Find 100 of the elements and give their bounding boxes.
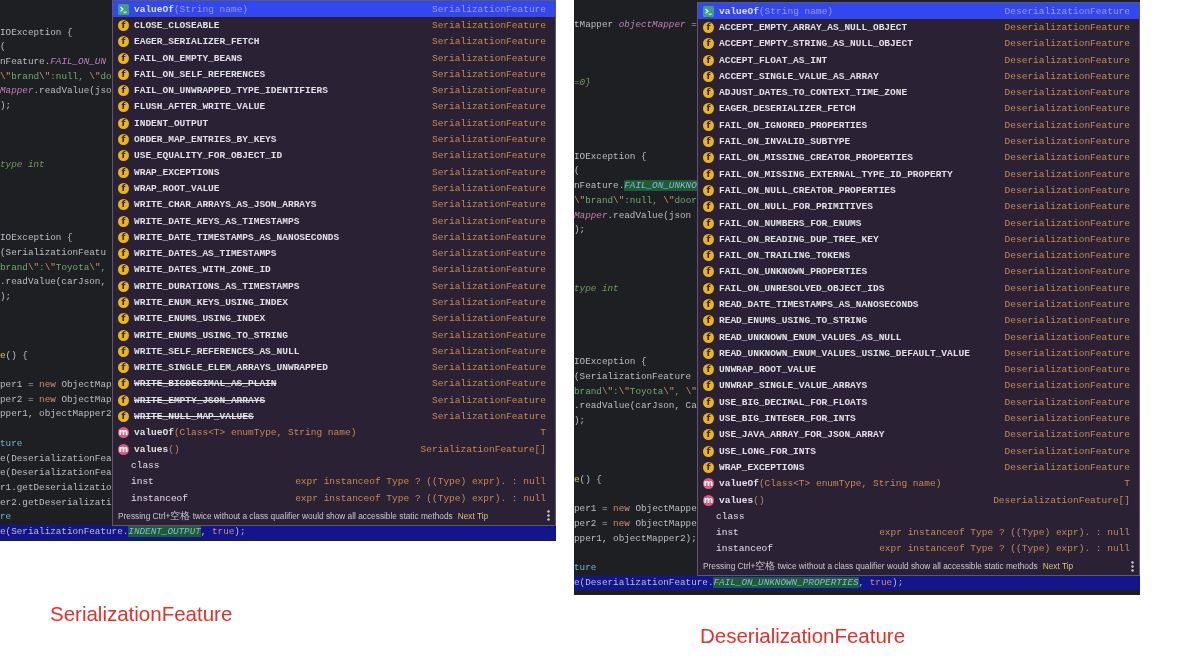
completion-item[interactable]: f WRITE_DATE_TIMESTAMPS_AS_NANOSECONDS SerializationFeature [113,229,555,246]
completion-item[interactable]: m values() DeserializationFeature[] [698,491,1139,509]
completion-item[interactable]: f WRITE_BIGDECIMAL_AS_PLAIN SerializationFeature [113,375,555,393]
completion-item[interactable]: f FAIL_ON_IGNORED_PROPERTIES DeserializationFeature [698,117,1139,134]
completion-item[interactable]: f WRAP_ROOT_VALUE SerializationFeature [113,180,555,197]
field-icon: f [703,184,714,196]
more-icon[interactable] [1131,560,1134,572]
completion-item[interactable]: f USE_JAVA_ARRAY_FOR_JSON_ARRAY DeserializationFeature [698,426,1139,443]
completion-item[interactable]: f EAGER_SERIALIZER_FETCH SerializationFeature [113,33,555,50]
caption: DeserializationFeature [700,624,906,647]
completion-item[interactable]: f ACCEPT_EMPTY_ARRAY_AS_NULL_OBJECT DeserializationFeature [698,19,1139,36]
completion-item[interactable]: f USE_BIG_INTEGER_FOR_INTS DeserializationFeature [698,410,1139,427]
completion-item[interactable]: f UNWRAP_ROOT_VALUE DeserializationFeature [698,361,1139,378]
completion-item[interactable]: f FAIL_ON_INVALID_SUBTYPE DeserializationFeature [698,133,1139,150]
completion-item[interactable]: valueOf(String name) SerializationFeature [113,1,555,18]
completion-item[interactable]: m valueOf(Class<T> enumType, String name) T [698,475,1139,492]
next-tip-link[interactable]: Next Tip [1042,561,1074,572]
completion-item[interactable]: f WRAP_EXCEPTIONS SerializationFeature [113,163,555,181]
code-line: pper1, objectMapper2 [0,407,112,422]
field-icon: f [118,182,129,194]
code-line: ); [574,414,586,429]
completion-item[interactable]: instanceof expr instanceof Type ? ((Type) expr). : null [698,540,1139,558]
completion-item[interactable]: f WRITE_ENUMS_USING_INDEX SerializationFeature [113,310,555,327]
completion-item[interactable]: f CLOSE_CLOSEABLE SerializationFeature [113,17,555,34]
completion-item[interactable]: f ADJUST_DATES_TO_CONTEXT_TIME_ZONE DeserializationFeature [698,84,1139,101]
completion-item[interactable]: f USE_BIG_DECIMAL_FOR_FLOATS DeserializationFeature [698,394,1139,411]
code-line: ); [0,99,12,114]
completion-item[interactable]: m values() SerializationFeature[] [113,441,555,458]
completion-item[interactable]: f WRITE_CHAR_ARRAYS_AS_JSON_ARRAYS SerializationFeature [113,196,555,213]
completion-item[interactable]: f FAIL_ON_MISSING_CREATOR_PROPERTIES DeserializationFeature [698,149,1139,166]
completion-item[interactable]: f WRITE_DATES_WITH_ZONE_ID SerializationFeature [113,261,555,279]
completion-item[interactable]: f WRITE_SINGLE_ELEM_ARRAYS_UNWRAPPED SerializationFeature [113,359,555,376]
field-icon: f [703,266,714,278]
field-icon: f [703,299,714,310]
field-icon: f [118,150,129,162]
completion-item[interactable]: f FAIL_ON_READING_DUP_TREE_KEY DeserializationFeature [698,231,1139,248]
field-icon: f [703,331,714,343]
completion-item[interactable]: f USE_LONG_FOR_INTS DeserializationFeature [698,443,1139,460]
field-icon: f [118,329,129,341]
completion-item[interactable]: f READ_DATE_TIMESTAMPS_AS_NANOSECONDS DeserializationFeature [698,296,1139,313]
field-icon: f [118,345,129,357]
completion-item[interactable]: f FAIL_ON_TRAILING_TOKENS DeserializationFeature [698,247,1139,264]
code-line: e() { [574,472,602,487]
completion-item[interactable]: inst expr instanceof Type ? ((Type) expr). : null [113,473,555,490]
code-line: ( [574,164,580,179]
code-line: pper1, objectMapper2); [574,531,697,546]
code-line: tMapper objectMapper = [574,17,697,32]
prompt-icon [118,3,129,15]
completion-item[interactable]: f WRITE_EMPTY_JSON_ARRAYS SerializationFeature [113,392,555,409]
code-line: \"brand\":null, \"door [574,193,697,208]
completion-item[interactable]: f READ_UNKNOWN_ENUM_VALUES_USING_DEFAULT_VALUE DeserializationFeature [698,345,1139,362]
completion-item[interactable]: f ACCEPT_SINGLE_VALUE_AS_ARRAY DeserializationFeature [698,68,1139,85]
completion-item[interactable]: inst expr instanceof Type ? ((Type) expr). : null [698,524,1139,541]
completion-item[interactable]: f FAIL_ON_NUMBERS_FOR_ENUMS DeserializationFeature [698,214,1139,232]
completion-item[interactable]: f WRITE_DATES_AS_TIMESTAMPS SerializationFeature [113,245,555,262]
completion-item[interactable]: f EAGER_DESERIALIZER_FETCH DeserializationFeature [698,100,1139,118]
code-line: nFeature.FAIL_ON_UN [0,54,106,69]
field-icon: f [703,445,714,457]
field-icon: f [703,136,714,147]
completion-item[interactable]: f FAIL_ON_UNRESOLVED_OBJECT_IDS DeserializationFeature [698,280,1139,297]
more-icon[interactable] [547,510,550,522]
completion-item[interactable]: f FAIL_ON_NULL_CREATOR_PROPERTIES DeserializationFeature [698,182,1139,199]
completion-item[interactable]: f READ_ENUMS_USING_TO_STRING DeserializationFeature [698,312,1139,329]
completion-item[interactable]: f USE_EQUALITY_FOR_OBJECT_ID SerializationFeature [113,147,555,164]
completion-item[interactable]: f ORDER_MAP_ENTRIES_BY_KEYS SerializationFeature [113,131,555,148]
completion-item[interactable]: f FAIL_ON_NULL_FOR_PRIMITIVES DeserializationFeature [698,198,1139,215]
completion-item[interactable]: f FAIL_ON_MISSING_EXTERNAL_TYPE_ID_PROPERTY DeserializationFeature [698,165,1139,183]
completion-item[interactable]: f FAIL_ON_UNKNOWN_PROPERTIES DeserializationFeature [698,263,1139,281]
field-icon: f [703,380,714,392]
completion-item[interactable]: f WRITE_DURATIONS_AS_TIMESTAMPS SerializationFeature [113,278,555,295]
completion-item[interactable]: f ACCEPT_EMPTY_STRING_AS_NULL_OBJECT DeserializationFeature [698,35,1139,52]
completion-item[interactable]: f WRITE_NULL_MAP_VALUES SerializationFeature [113,408,555,425]
completion-item[interactable]: f WRAP_EXCEPTIONS DeserializationFeature [698,459,1139,476]
completion-item[interactable]: class [698,508,1139,525]
completion-item[interactable]: f WRITE_SELF_REFERENCES_AS_NULL SerializationFeature [113,343,555,360]
code-line: per2 = new ObjectMappe [574,516,697,531]
field-icon: f [118,362,129,374]
code-line: nFeature.FAIL_ON_UNKNO [574,179,697,194]
completion-item[interactable]: f WRITE_DATE_KEYS_AS_TIMESTAMPS SerializationFeature [113,212,555,230]
code-line: e() { [0,348,28,363]
completion-item[interactable]: f ACCEPT_FLOAT_AS_INT DeserializationFeature [698,51,1139,69]
completion-item[interactable]: valueOf(String name) DeserializationFeature [698,3,1139,20]
next-tip-link[interactable]: Next Tip [457,510,489,521]
completion-item[interactable]: class [113,457,555,474]
completion-item[interactable]: f READ_UNKNOWN_ENUM_VALUES_AS_NULL DeserializationFeature [698,328,1139,346]
code-line: IOException { [0,25,73,40]
completion-item[interactable]: instanceof expr instanceof Type ? ((Type) expr). : null [113,489,555,507]
code-line: IOException { [574,355,647,370]
completion-item[interactable]: f WRITE_ENUMS_USING_TO_STRING SerializationFeature [113,326,555,344]
field-icon: f [118,101,129,113]
completion-item[interactable]: f WRITE_ENUM_KEYS_USING_INDEX SerializationFeature [113,294,555,311]
completion-item[interactable]: f INDENT_OUTPUT SerializationFeature [113,115,555,132]
code-line: r1.getDeserializatio [0,480,112,495]
field-icon: f [703,233,714,245]
completion-item[interactable]: f UNWRAP_SINGLE_VALUE_ARRAYS DeserializationFeature [698,377,1139,395]
completion-item[interactable]: f FAIL_ON_SELF_REFERENCES SerializationFeature [113,66,555,83]
completion-item[interactable]: f FLUSH_AFTER_WRITE_VALUE SerializationFeature [113,98,555,116]
completion-item[interactable]: m valueOf(Class<T> enumType, String name) T [113,424,555,441]
completion-item[interactable]: f FAIL_ON_UNWRAPPED_TYPE_IDENTIFIERS SerializationFeature [113,82,555,99]
completion-item[interactable]: f FAIL_ON_EMPTY_BEANS SerializationFeature [113,49,555,67]
